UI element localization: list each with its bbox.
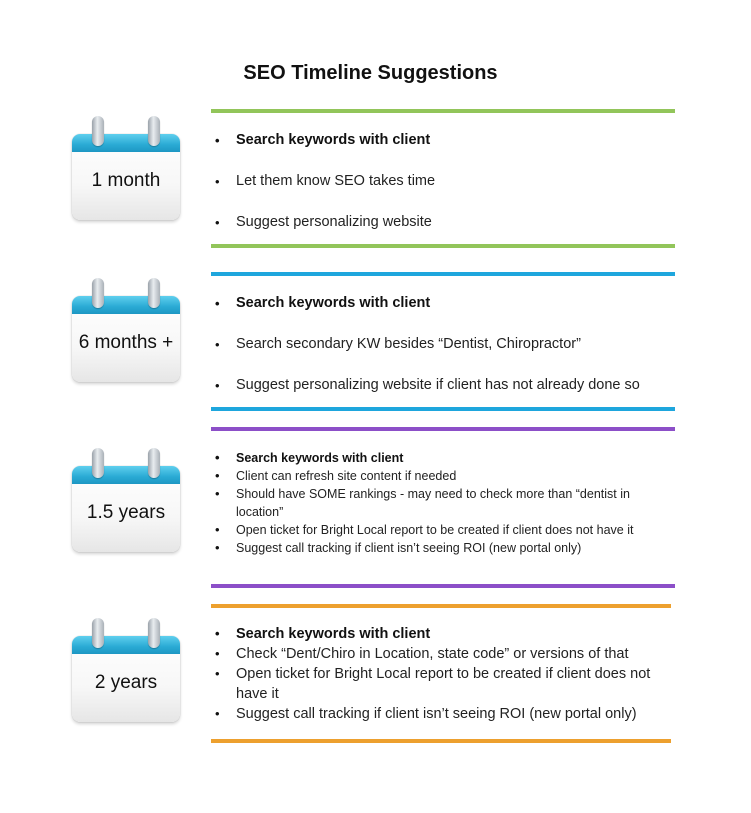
bottom-divider-blue (211, 407, 675, 411)
calendar-icon: 2 years (72, 618, 180, 722)
list-item: Let them know SEO takes time (215, 173, 675, 190)
suggestion-list: Search keywords with client Let them kno… (215, 132, 675, 255)
list-item: Should have SOME rankings - may need to … (215, 485, 665, 521)
list-item: Suggest personalizing website if client … (215, 377, 675, 394)
period-label: 6 months + (78, 332, 174, 353)
list-item: Open ticket for Bright Local report to b… (215, 521, 665, 539)
period-label: 2 years (94, 672, 158, 693)
top-divider-purple (211, 427, 675, 431)
suggestion-list: Search keywords with client Check “Dent/… (215, 624, 655, 724)
period-label: 1 month (91, 170, 161, 191)
list-item: Search secondary KW besides “Dentist, Ch… (215, 336, 675, 353)
bottom-divider-purple (211, 584, 675, 588)
list-item: Client can refresh site content if neede… (215, 467, 665, 485)
top-divider-blue (211, 272, 675, 276)
calendar-icon: 1.5 years (72, 448, 180, 552)
list-item: Suggest personalizing website (215, 214, 675, 231)
top-divider-green (211, 109, 675, 113)
list-item: Suggest call tracking if client isn’t se… (215, 539, 665, 557)
top-divider-orange (211, 604, 671, 608)
list-item: Open ticket for Bright Local report to b… (215, 664, 655, 704)
list-item: Search keywords with client (215, 449, 665, 467)
bottom-divider-green (211, 244, 675, 248)
list-item: Search keywords with client (215, 624, 655, 644)
list-item: Check “Dent/Chiro in Location, state cod… (215, 644, 655, 664)
list-item: Suggest call tracking if client isn’t se… (215, 704, 655, 724)
bottom-divider-orange (211, 739, 671, 743)
period-label: 1.5 years (86, 502, 166, 523)
suggestion-list: Search keywords with client Client can r… (215, 449, 665, 557)
calendar-icon: 6 months + (72, 278, 180, 382)
suggestion-list: Search keywords with client Search secon… (215, 295, 675, 418)
list-item: Search keywords with client (215, 295, 675, 312)
calendar-icon: 1 month (72, 116, 180, 220)
list-item: Search keywords with client (215, 132, 675, 149)
page-title: SEO Timeline Suggestions (243, 62, 498, 84)
